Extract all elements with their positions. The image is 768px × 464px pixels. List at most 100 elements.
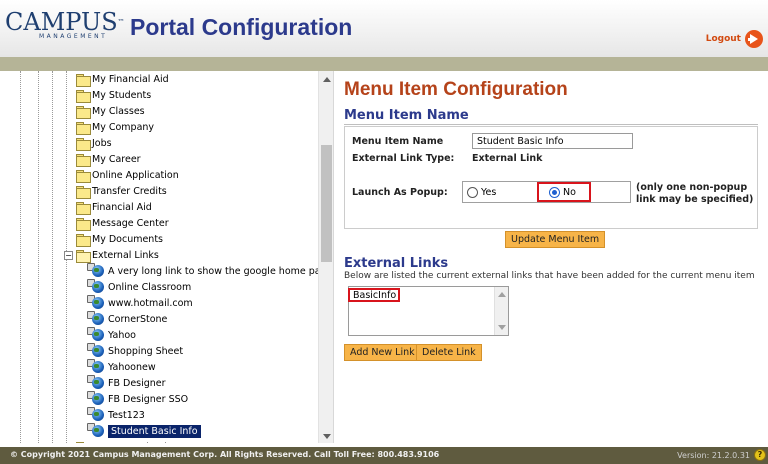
tree-folder-item[interactable]: − External Links: [64, 247, 159, 263]
tree-folder-item[interactable]: My Documents: [76, 231, 163, 247]
globe-icon: [92, 297, 104, 309]
version-text: Version: 21.2.0.31: [677, 451, 750, 460]
tree-item-label: Jobs: [92, 137, 112, 149]
listbox-scrollbar[interactable]: [494, 287, 508, 335]
link-page-icon: [87, 423, 108, 437]
folder-icon: [76, 201, 91, 215]
no-option-highlight: [537, 182, 591, 202]
logout-button[interactable]: Logout: [706, 30, 763, 48]
tree-item-label: FB Designer: [108, 377, 166, 389]
add-new-link-button[interactable]: Add New Link: [344, 344, 421, 361]
globe-icon: [92, 281, 104, 293]
scroll-up-arrow-icon[interactable]: [323, 77, 331, 82]
tree-item-label: FB Designer SSO: [108, 393, 189, 405]
tree-folder-item[interactable]: My Students: [76, 87, 151, 103]
scroll-thumb[interactable]: [321, 145, 332, 262]
tree-folder-item[interactable]: Transfer Credits: [76, 183, 167, 199]
tree-folder-item[interactable]: My Company: [76, 119, 154, 135]
tree-item-label: Test123: [108, 409, 145, 421]
globe-icon: [92, 377, 104, 389]
link-page-icon: [87, 407, 108, 421]
navigation-tree-panel: My Financial Aid My Students My Classes My …: [0, 71, 334, 443]
tree-item-label: Online Classroom: [108, 281, 192, 293]
radio-yes[interactable]: Yes: [467, 187, 496, 198]
tree-item-label: A very long link to show the google home…: [108, 265, 333, 277]
tree-link-item[interactable]: www.hotmail.com: [87, 295, 193, 311]
tree-folder-item[interactable]: Campus Calendar: [76, 439, 176, 443]
tree-item-label: Yahoonew: [108, 361, 156, 373]
tree-link-item[interactable]: Online Classroom: [87, 279, 192, 295]
tree-item-label: Online Application: [92, 169, 179, 181]
folder-icon: [76, 217, 91, 231]
basicinfo-highlight: [348, 288, 400, 302]
globe-icon: [92, 409, 104, 421]
folder-icon: [76, 185, 91, 199]
link-page-icon: [87, 343, 108, 357]
update-menu-item-button[interactable]: Update Menu Item: [505, 231, 606, 248]
external-link-type-value: External Link: [472, 153, 543, 164]
tree-link-item[interactable]: CornerStone: [87, 311, 168, 327]
radio-yes-circle[interactable]: [467, 187, 478, 198]
tree-link-item[interactable]: Yahoo: [87, 327, 136, 343]
globe-icon: [92, 393, 104, 405]
section-divider: [344, 124, 758, 125]
help-icon[interactable]: ?: [754, 449, 766, 461]
menu-item-name-label: Menu Item Name: [352, 136, 444, 147]
tree-item-label: CornerStone: [108, 313, 168, 325]
tree-item-label: My Documents: [92, 233, 164, 245]
tree-folder-item[interactable]: My Career: [76, 151, 141, 167]
tree-link-item[interactable]: Yahoonew: [87, 359, 156, 375]
collapse-icon[interactable]: −: [64, 250, 73, 260]
app-header: CAMPUS™ MANAGEMENT Portal Configuration …: [0, 0, 768, 57]
menu-item-form: Menu Item Name External Link Type: Exter…: [344, 126, 758, 229]
external-links-heading: External Links: [344, 256, 449, 271]
tree-item-label: My Students: [92, 89, 152, 101]
delete-link-button[interactable]: Delete Link: [416, 344, 482, 361]
folder-icon: [76, 73, 91, 87]
folder-icon: [76, 233, 91, 247]
tree-item-label: Financial Aid: [92, 201, 152, 213]
page-title: Menu Item Configuration: [344, 79, 568, 100]
tree-folder-item[interactable]: Message Center: [76, 215, 169, 231]
globe-icon: [92, 361, 104, 373]
tree-folder-item[interactable]: Jobs: [76, 135, 112, 151]
globe-icon: [92, 313, 104, 325]
tree-link-item[interactable]: FB Designer SSO: [87, 391, 189, 407]
folder-icon: [76, 105, 91, 119]
app-title: Portal Configuration: [130, 14, 353, 40]
tree-link-item[interactable]: Test123: [87, 407, 145, 423]
menu-item-name-heading: Menu Item Name: [344, 108, 469, 123]
scroll-up-arrow-icon[interactable]: [498, 292, 506, 297]
link-page-icon: [87, 359, 108, 373]
tree-guides: [0, 71, 70, 443]
arrow-right-icon[interactable]: [745, 30, 763, 48]
scroll-down-arrow-icon[interactable]: [323, 434, 331, 439]
tree-item-label: My Career: [92, 153, 141, 165]
tree-item-label: My Classes: [92, 105, 145, 117]
tree-item-label: www.hotmail.com: [108, 297, 193, 309]
logout-label: Logout: [705, 34, 741, 44]
link-page-icon: [87, 263, 108, 277]
tree-folder-item[interactable]: My Classes: [76, 103, 145, 119]
radio-yes-label: Yes: [481, 187, 497, 198]
folder-icon: [76, 441, 90, 443]
tree-item-label: Message Center: [92, 217, 169, 229]
tree-link-item[interactable]: FB Designer: [87, 375, 166, 391]
link-page-icon: [87, 279, 108, 293]
tree-folder-item[interactable]: My Financial Aid: [76, 71, 169, 87]
link-page-icon: [87, 311, 108, 325]
tree-link-item[interactable]: A very long link to show the google home…: [87, 263, 333, 279]
folder-icon: [76, 137, 91, 151]
tree-item-label: My Company: [92, 121, 155, 133]
popup-note: (only one non-popup link may be specifie…: [636, 182, 754, 205]
tree-link-item[interactable]: Student Basic Info: [87, 423, 201, 439]
scroll-down-arrow-icon[interactable]: [498, 325, 506, 330]
globe-icon: [92, 265, 104, 277]
tree-link-item[interactable]: Shopping Sheet: [87, 343, 183, 359]
menu-item-name-input[interactable]: [472, 133, 633, 149]
tree-folder-item[interactable]: Online Application: [76, 167, 179, 183]
launch-as-popup-label: Launch As Popup:: [352, 187, 448, 198]
tree-folder-item[interactable]: Financial Aid: [76, 199, 152, 215]
tree-scrollbar[interactable]: [318, 71, 333, 443]
external-links-description: Below are listed the current external li…: [344, 271, 755, 281]
